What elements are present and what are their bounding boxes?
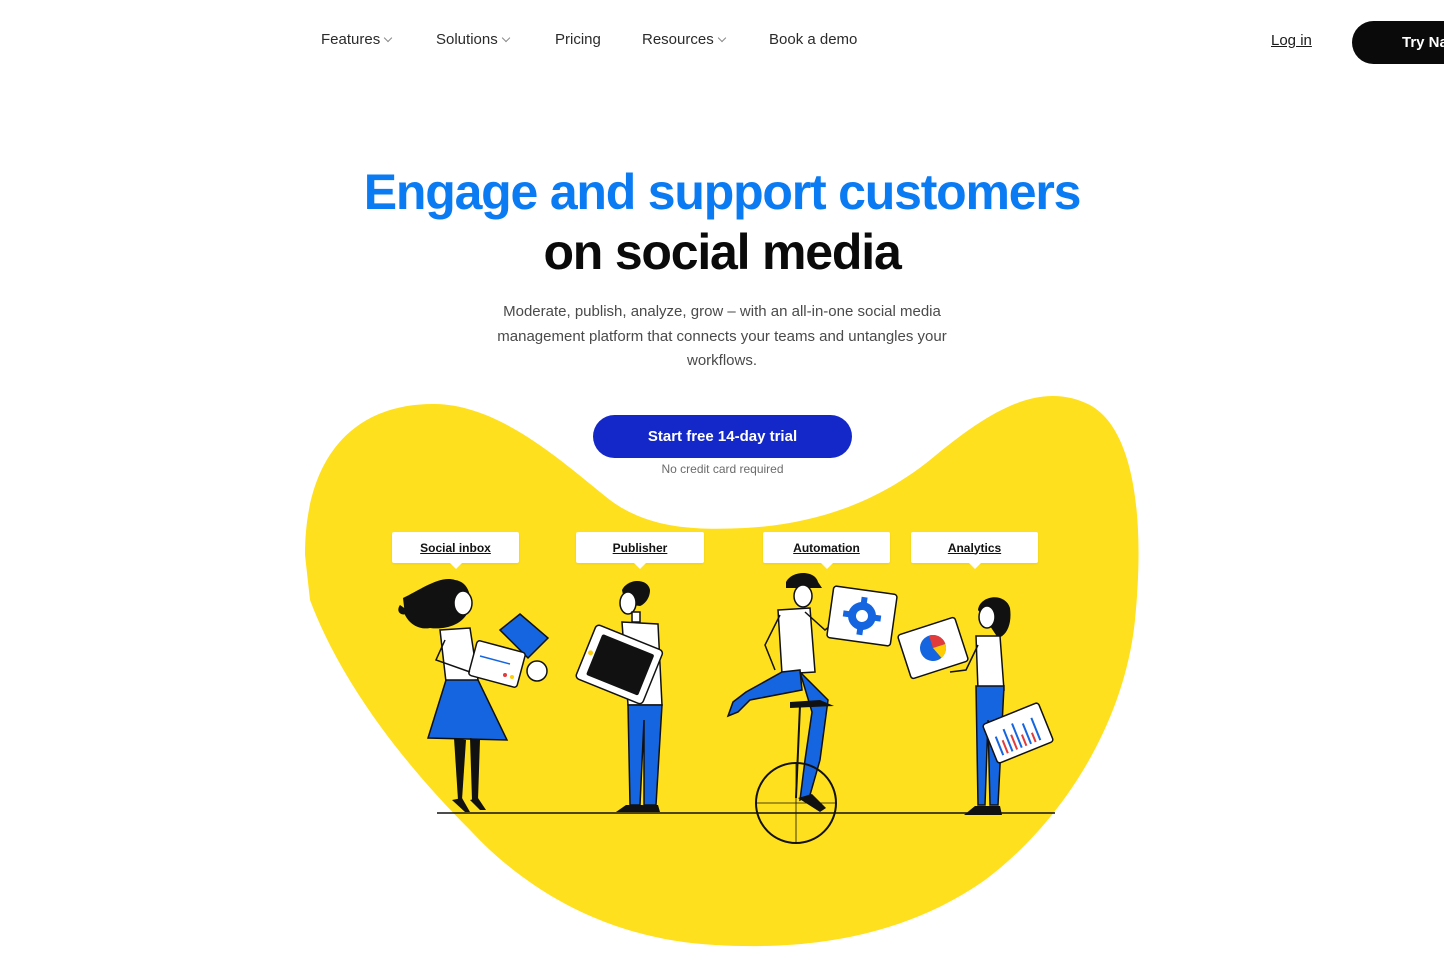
automation-figure bbox=[726, 573, 898, 844]
publisher-figure bbox=[575, 581, 664, 812]
hero-illustration bbox=[398, 573, 1055, 844]
analytics-figure bbox=[897, 597, 1054, 815]
social-inbox-figure bbox=[398, 579, 550, 812]
